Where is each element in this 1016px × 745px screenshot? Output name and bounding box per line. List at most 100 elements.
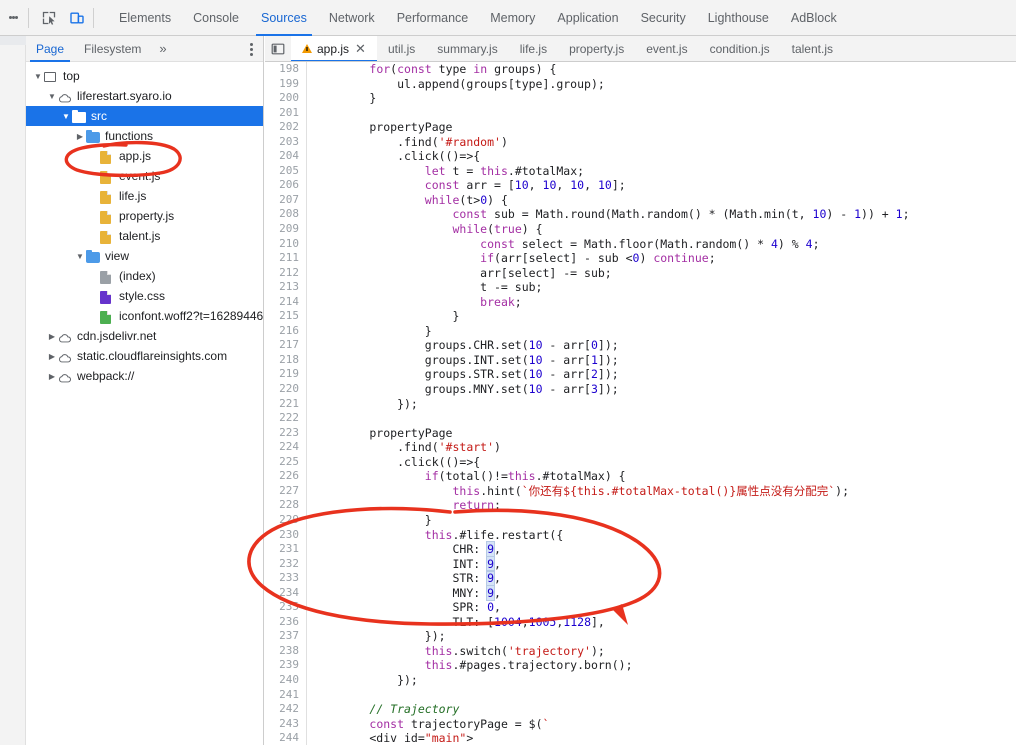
tab-security[interactable]: Security [630,0,697,36]
tree-item-functions[interactable]: ▶ functions [26,126,263,146]
tree-item-life-js[interactable]: ▶life.js [26,186,263,206]
code-line[interactable]: break; [308,295,1016,310]
nav-more-tabs-chevron-icon[interactable]: » [151,36,174,62]
code-line[interactable]: SPR: 0, [308,600,1016,615]
tree-item-property-js[interactable]: ▶property.js [26,206,263,226]
tree-item-webpack[interactable]: ▶ webpack:// [26,366,263,386]
code-line[interactable]: } [308,324,1016,339]
code-line[interactable]: while(t>0) { [308,193,1016,208]
tree-item-index[interactable]: ▶(index) [26,266,263,286]
tab-memory[interactable]: Memory [479,0,546,36]
code-line[interactable]: .click(()=>{ [308,149,1016,164]
code-line[interactable]: if(arr[select] - sub <0) continue; [308,251,1016,266]
code-line[interactable] [308,106,1016,121]
code-line[interactable]: t -= sub; [308,280,1016,295]
code-line[interactable]: groups.INT.set(10 - arr[1]); [308,353,1016,368]
tree-item-src[interactable]: ▼ src [26,106,263,126]
collapse-sidebar-icon[interactable] [265,36,291,61]
code-line[interactable]: <div id="main"> [308,731,1016,745]
tree-item-static-cloudflareinsights-com[interactable]: ▶ static.cloudflareinsights.com [26,346,263,366]
chevron-down-icon[interactable]: ▼ [74,252,86,261]
code-line[interactable]: .click(()=>{ [308,455,1016,470]
code-line[interactable]: this.#life.restart({ [308,528,1016,543]
code-line[interactable]: this.switch('trajectory'); [308,644,1016,659]
code-line[interactable]: }); [308,673,1016,688]
nav-tab-filesystem[interactable]: Filesystem [74,36,151,62]
tree-item-talent-js[interactable]: ▶talent.js [26,226,263,246]
code-line[interactable]: CHR: 9, [308,541,1016,558]
code-line[interactable]: arr[select] -= sub; [308,266,1016,281]
tab-network[interactable]: Network [318,0,386,36]
more-tools-kebab-icon[interactable] [0,0,26,36]
code-content[interactable]: for(const type in groups) { ul.append(gr… [308,62,1016,745]
tree-item-iconfont-woff2-t-162894468[interactable]: ▶iconfont.woff2?t=162894468 [26,306,263,326]
tab-elements[interactable]: Elements [108,0,182,36]
code-line[interactable]: STR: 9, [308,570,1016,587]
navigator-options-kebab-icon[interactable] [241,36,261,62]
code-line[interactable]: const arr = [10, 10, 10, 10]; [308,178,1016,193]
code-line[interactable]: let t = this.#totalMax; [308,164,1016,179]
code-line[interactable]: // Trajectory [308,702,1016,717]
close-icon[interactable]: ✕ [355,42,366,55]
code-line[interactable]: groups.MNY.set(10 - arr[3]); [308,382,1016,397]
file-tab-condition-js[interactable]: condition.js [699,36,781,61]
file-tab-event-js[interactable]: event.js [635,36,698,61]
code-editor[interactable]: 198 199 200 201 202 203 204 205 206 207 208 209 210 2… [265,62,1016,745]
code-line[interactable]: const select = Math.floor(Math.random() … [308,237,1016,252]
code-line[interactable]: groups.CHR.set(10 - arr[0]); [308,338,1016,353]
tab-sources[interactable]: Sources [250,0,318,36]
tree-item-event-js[interactable]: ▶event.js [26,166,263,186]
chevron-right-icon[interactable]: ▶ [74,132,86,141]
tab-lighthouse[interactable]: Lighthouse [697,0,780,36]
tab-adblock[interactable]: AdBlock [780,0,848,36]
code-line[interactable]: propertyPage [308,426,1016,441]
tree-item-style-css[interactable]: ▶style.css [26,286,263,306]
code-line[interactable]: }); [308,629,1016,644]
tab-application[interactable]: Application [546,0,629,36]
code-line[interactable]: this.hint(`你还有${this.#totalMax-total()}属… [308,484,1016,499]
file-tab-summary-js[interactable]: summary.js [426,36,508,61]
code-line[interactable]: ul.append(groups[type].group); [308,77,1016,92]
tab-console[interactable]: Console [182,0,250,36]
nav-tab-page[interactable]: Page [26,36,74,62]
code-line[interactable]: INT: 9, [308,555,1016,572]
file-tab-util-js[interactable]: util.js [377,36,426,61]
code-line[interactable]: this.#pages.trajectory.born(); [308,658,1016,673]
code-line[interactable]: const sub = Math.round(Math.random() * (… [308,207,1016,222]
chevron-down-icon[interactable]: ▼ [46,92,58,101]
code-line[interactable]: } [308,309,1016,324]
code-line[interactable]: } [308,91,1016,106]
code-line[interactable]: propertyPage [308,120,1016,135]
file-tab-talent-js[interactable]: talent.js [781,36,844,61]
code-line[interactable] [308,411,1016,426]
tree-item-view[interactable]: ▼ view [26,246,263,266]
code-line[interactable]: for(const type in groups) { [308,62,1016,77]
code-line[interactable]: .find('#start') [308,440,1016,455]
tab-performance[interactable]: Performance [386,0,480,36]
file-tab-app-js[interactable]: app.js ✕ [291,36,377,61]
chevron-right-icon[interactable]: ▶ [46,372,58,381]
chevron-down-icon[interactable]: ▼ [60,112,72,121]
chevron-down-icon[interactable]: ▼ [32,72,44,81]
tree-item-cdn-jsdelivr-net[interactable]: ▶ cdn.jsdelivr.net [26,326,263,346]
tree-item-app-js[interactable]: ▶app.js [26,146,263,166]
code-line[interactable] [308,688,1016,703]
code-line[interactable]: TLT: [1004,1005,1128], [308,615,1016,630]
tree-item-top[interactable]: ▼ top [26,66,263,86]
tree-item-liferestart-syaro-io[interactable]: ▼ liferestart.syaro.io [26,86,263,106]
device-toolbar-icon[interactable] [63,4,91,32]
code-line[interactable]: if(total()!=this.#totalMax) { [308,469,1016,484]
file-tab-property-js[interactable]: property.js [558,36,635,61]
code-line[interactable]: } [308,513,1016,528]
code-line[interactable]: }); [308,397,1016,412]
chevron-right-icon[interactable]: ▶ [46,332,58,341]
code-line[interactable]: MNY: 9, [308,584,1016,601]
code-line[interactable]: .find('#random') [308,135,1016,150]
code-line[interactable]: const trajectoryPage = $(` [308,717,1016,732]
code-line[interactable]: groups.STR.set(10 - arr[2]); [308,367,1016,382]
code-line[interactable]: return; [308,498,1016,513]
code-line[interactable]: while(true) { [308,222,1016,237]
inspect-element-icon[interactable] [35,4,63,32]
chevron-right-icon[interactable]: ▶ [46,352,58,361]
file-tab-life-js[interactable]: life.js [509,36,558,61]
